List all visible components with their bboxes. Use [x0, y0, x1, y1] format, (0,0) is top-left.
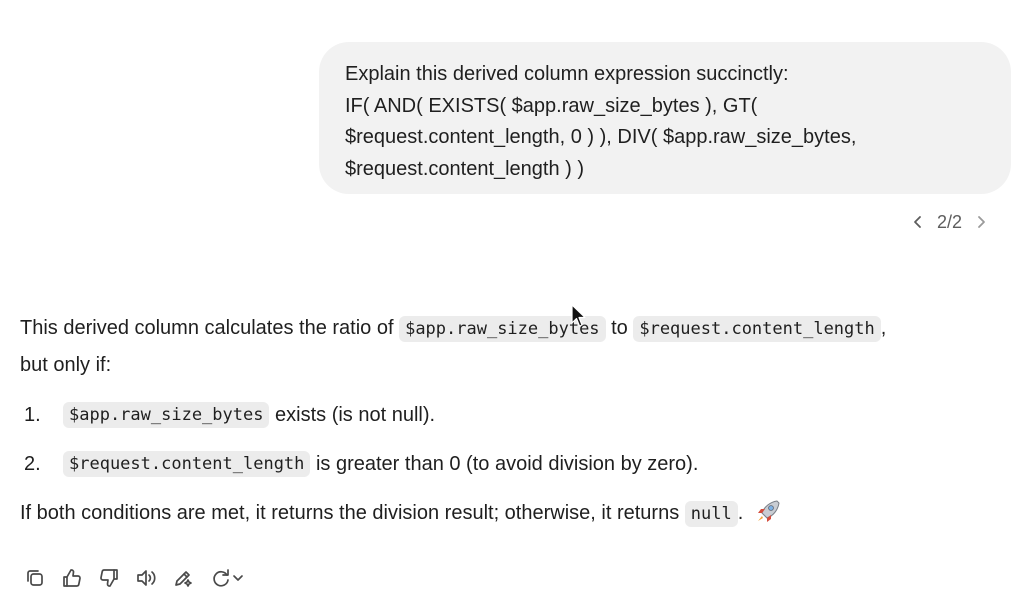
chevron-left-icon[interactable]	[909, 213, 927, 231]
assistant-message: This derived column calculates the ratio…	[20, 310, 1010, 532]
rocket-icon	[755, 499, 781, 523]
chevron-down-icon	[233, 575, 243, 581]
user-message-line: Explain this derived column expression s…	[345, 63, 789, 85]
copy-icon[interactable]	[23, 566, 47, 590]
message-actions	[23, 566, 246, 590]
user-message-line: $request.content_length ) )	[345, 157, 585, 180]
list-item: 2. $request.content_length is greater th…	[20, 446, 1010, 482]
condition-list: 1. $app.raw_size_bytes exists (is not nu…	[20, 397, 1010, 482]
list-item-text: is greater than 0 (to avoid division by …	[310, 452, 699, 475]
intro-mid: to	[605, 317, 634, 339]
thumbs-down-icon[interactable]	[97, 566, 121, 590]
intro-prefix: This derived column calculates the ratio…	[20, 317, 400, 339]
inline-code: $app.raw_size_bytes	[63, 402, 270, 428]
regenerate-icon[interactable]	[208, 566, 246, 590]
user-message-bubble: Explain this derived column expression s…	[319, 42, 1011, 194]
mouse-cursor-icon	[571, 304, 587, 328]
chevron-right-icon[interactable]	[972, 213, 990, 231]
conclusion-prefix: If both conditions are met, it returns t…	[20, 502, 685, 524]
conclusion-suffix: .	[737, 502, 744, 524]
intro-suffix: ,	[880, 317, 887, 339]
inline-code: null	[684, 501, 738, 527]
list-item: 1. $app.raw_size_bytes exists (is not nu…	[20, 397, 1010, 433]
user-message-line: IF( AND( EXISTS( $app.raw_size_bytes ), …	[345, 94, 758, 117]
response-pager: 2/2	[909, 208, 990, 236]
user-message-line: $request.content_length, 0 ) ), DIV( $ap…	[345, 126, 857, 148]
thumbs-up-icon[interactable]	[60, 566, 84, 590]
assistant-conclusion: If both conditions are met, it returns t…	[20, 495, 1010, 532]
edit-icon[interactable]	[171, 566, 195, 590]
read-aloud-icon[interactable]	[134, 566, 158, 590]
list-number: 2.	[24, 452, 41, 475]
assistant-intro: This derived column calculates the ratio…	[20, 310, 1010, 383]
inline-code: $request.content_length	[633, 316, 881, 342]
intro-line2: but only if:	[20, 354, 112, 376]
pager-label: 2/2	[936, 211, 962, 232]
list-number: 1.	[24, 403, 41, 426]
list-item-text: exists (is not null).	[269, 403, 436, 426]
inline-code: $request.content_length	[63, 451, 311, 477]
